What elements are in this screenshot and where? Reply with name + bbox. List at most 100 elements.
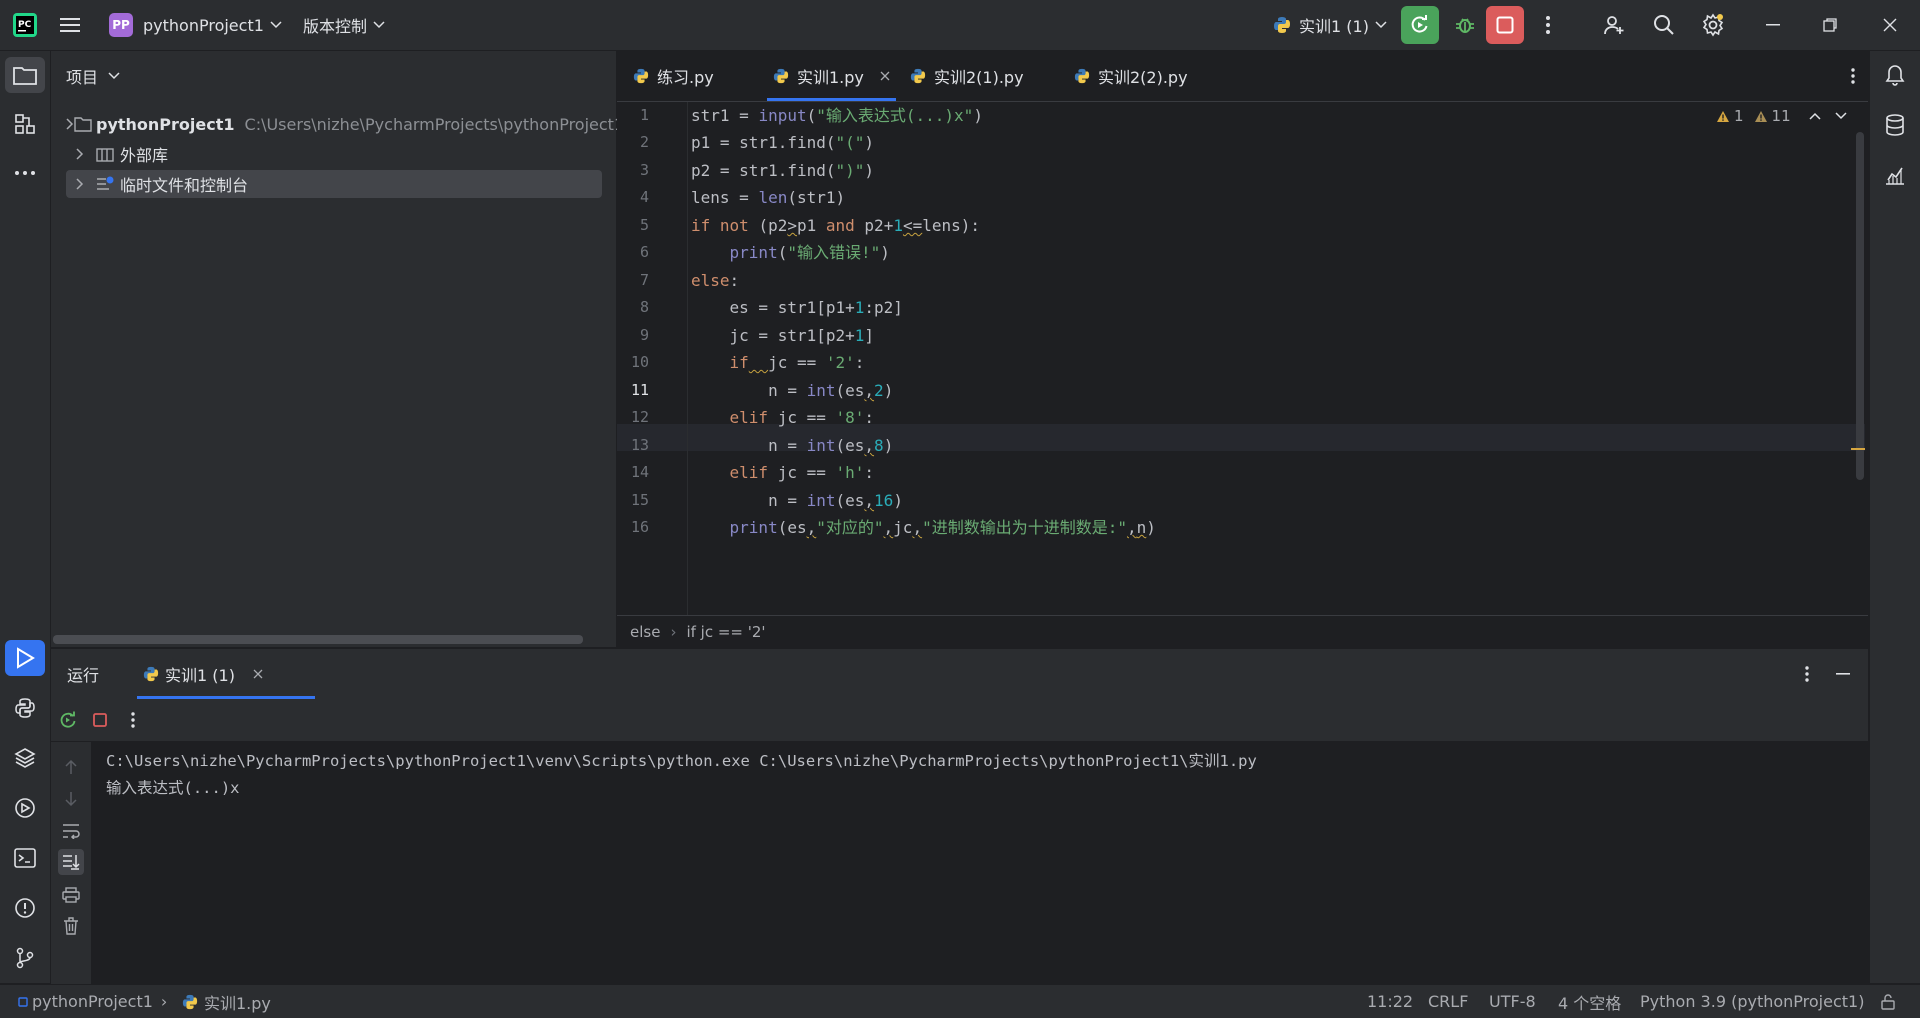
status-project[interactable]: pythonProject1 › — [18, 985, 175, 1018]
code-editor[interactable]: 1 2 3 4 5 6 7 8 9 10 11 12 13 14 15 16 s… — [617, 102, 1868, 615]
code-line[interactable]: elif jc == 'h': — [691, 459, 875, 486]
main-menu-icon[interactable] — [60, 0, 82, 50]
breadcrumb-item[interactable]: else — [630, 623, 660, 641]
line-separator[interactable]: CRLF — [1428, 985, 1468, 1018]
code-line[interactable]: print("输入错误!") — [691, 239, 890, 266]
tab-lianxi[interactable]: 练习.py — [633, 51, 714, 101]
terminal-button[interactable] — [5, 840, 45, 876]
project-panel-header[interactable]: 项目 — [66, 51, 120, 101]
line-number-gutter: 1 2 3 4 5 6 7 8 9 10 11 12 13 14 15 16 — [617, 102, 688, 615]
project-selector[interactable]: PP pythonProject1 — [109, 0, 282, 50]
more-tools-button[interactable] — [5, 155, 45, 191]
rerun-button[interactable] — [1401, 6, 1439, 44]
minimize-icon[interactable] — [1753, 6, 1793, 44]
tree-item-scratches[interactable]: 临时文件和控制台 — [66, 170, 602, 198]
tab-shixun2-2[interactable]: 实训2(2).py — [1074, 51, 1188, 101]
debug-button[interactable] — [1446, 6, 1484, 44]
more-actions-icon[interactable] — [1535, 6, 1561, 44]
tabs-more-icon[interactable] — [1843, 63, 1863, 89]
add-user-icon[interactable] — [1595, 6, 1633, 44]
arrow-up-icon[interactable] — [58, 754, 84, 780]
python-console-button[interactable] — [5, 690, 45, 726]
python-file-icon — [910, 68, 926, 84]
close-tab-icon[interactable] — [880, 71, 890, 81]
horizontal-scrollbar[interactable] — [53, 635, 583, 644]
code-line[interactable]: p1 = str1.find("(") — [691, 129, 874, 156]
chevron-down-icon[interactable] — [1835, 112, 1847, 120]
tab-shixun2-1[interactable]: 实训2(1).py — [910, 51, 1024, 101]
git-button[interactable] — [5, 940, 45, 976]
console-output[interactable]: C:\Users\nizhe\PycharmProjects\pythonPro… — [92, 742, 1868, 984]
stop-icon[interactable] — [87, 707, 113, 733]
search-icon[interactable] — [1645, 6, 1683, 44]
scratches-icon — [94, 176, 116, 192]
warning-icon — [1754, 110, 1767, 122]
trash-icon[interactable] — [58, 913, 84, 939]
scroll-to-end-icon[interactable] — [58, 849, 84, 875]
restore-icon[interactable] — [1810, 6, 1850, 44]
indent-setting[interactable]: 4 个空格 — [1558, 985, 1621, 1018]
soft-wrap-icon[interactable] — [58, 818, 84, 844]
vcs-menu[interactable]: 版本控制 — [303, 0, 385, 50]
services-button[interactable] — [5, 790, 45, 826]
structure-tool-button[interactable] — [5, 106, 45, 142]
database-button[interactable] — [1875, 107, 1915, 143]
code-line[interactable]: n = int(es,8) — [691, 432, 893, 459]
python-interpreter[interactable]: Python 3.9 (pythonProject1) — [1640, 985, 1864, 1018]
editor-tabs: 练习.py 实训1.py 实训2(1).py 实训2(2).py — [617, 51, 1868, 102]
hide-panel-icon[interactable] — [1831, 661, 1855, 687]
python-packages-button[interactable] — [5, 740, 45, 776]
settings-gear-icon[interactable] — [1694, 6, 1732, 44]
run-tab[interactable]: 实训1 (1) — [137, 649, 315, 699]
breadcrumb-item[interactable]: if jc == '2' — [686, 623, 765, 641]
tree-item-project-root[interactable]: pythonProject1 C:\Users\nizhe\PycharmPro… — [66, 110, 624, 138]
tree-item-external-libraries[interactable]: 外部库 — [66, 140, 602, 168]
code-line[interactable]: if not (p2>p1 and p2+1<=lens): — [691, 212, 980, 239]
caret-position[interactable]: 11:22 — [1367, 985, 1413, 1018]
title-bar: PC PP pythonProject1 版本控制 实训1 (1) — [0, 0, 1920, 51]
lock-icon[interactable] — [1880, 985, 1896, 1018]
code-line[interactable]: p2 = str1.find(")") — [691, 157, 874, 184]
close-tab-icon[interactable] — [253, 669, 263, 679]
chevron-up-icon[interactable] — [1809, 112, 1821, 120]
tab-label: 实训1.py — [797, 68, 864, 87]
run-panel: 运行 实训1 (1) C:\Users\nizhe\PycharmProject… — [51, 648, 1868, 984]
code-line[interactable]: es = str1[p1+1:p2] — [691, 294, 903, 321]
terminal-icon — [14, 848, 36, 868]
run-more-icon[interactable] — [1797, 661, 1817, 687]
problems-button[interactable] — [5, 890, 45, 926]
project-tool-button[interactable] — [5, 57, 45, 93]
print-icon[interactable] — [58, 882, 84, 908]
code-line[interactable]: elif jc == '8': — [691, 404, 875, 431]
rerun-icon[interactable] — [55, 707, 81, 733]
warning-marker[interactable] — [1851, 448, 1865, 450]
run-tool-button[interactable] — [5, 640, 45, 676]
close-window-icon[interactable] — [1870, 6, 1910, 44]
code-line[interactable]: else: — [691, 267, 739, 294]
code-line[interactable]: n = int(es,16) — [691, 487, 903, 514]
chevron-right-icon[interactable] — [66, 118, 74, 130]
code-line[interactable]: lens = len(str1) — [691, 184, 845, 211]
tree-item-label: pythonProject1 — [96, 114, 235, 134]
sciview-button[interactable] — [1875, 157, 1915, 193]
code-line[interactable]: if jc == '2': — [691, 349, 865, 376]
notifications-button[interactable] — [1875, 57, 1915, 93]
stop-button[interactable] — [1486, 6, 1524, 44]
line-number: 3 — [639, 161, 649, 179]
run-toolbar-more-icon[interactable] — [123, 707, 143, 733]
code-line[interactable]: str1 = input("输入表达式(...)x") — [691, 102, 983, 129]
code-line[interactable]: print(es,"对应的",jc,"进制数输出为十进制数是:",n) — [691, 514, 1156, 541]
tab-shixun1[interactable]: 实训1.py — [767, 51, 896, 101]
file-encoding[interactable]: UTF-8 — [1489, 985, 1536, 1018]
arrow-down-icon[interactable] — [58, 786, 84, 812]
pycharm-logo-icon[interactable]: PC — [12, 0, 38, 50]
status-file[interactable]: 实训1.py — [182, 985, 271, 1018]
chevron-right-icon[interactable] — [66, 178, 94, 190]
chevron-right-icon[interactable] — [66, 148, 94, 160]
code-line[interactable]: n = int(es,2) — [691, 377, 893, 404]
code-line[interactable]: jc = str1[p2+1] — [691, 322, 875, 349]
tree-item-label: 临时文件和控制台 — [120, 176, 249, 195]
inspection-widget[interactable]: 1 11 — [1716, 107, 1847, 125]
run-config-selector[interactable]: 实训1 (1) — [1273, 0, 1387, 50]
vertical-scrollbar[interactable] — [1856, 132, 1864, 480]
